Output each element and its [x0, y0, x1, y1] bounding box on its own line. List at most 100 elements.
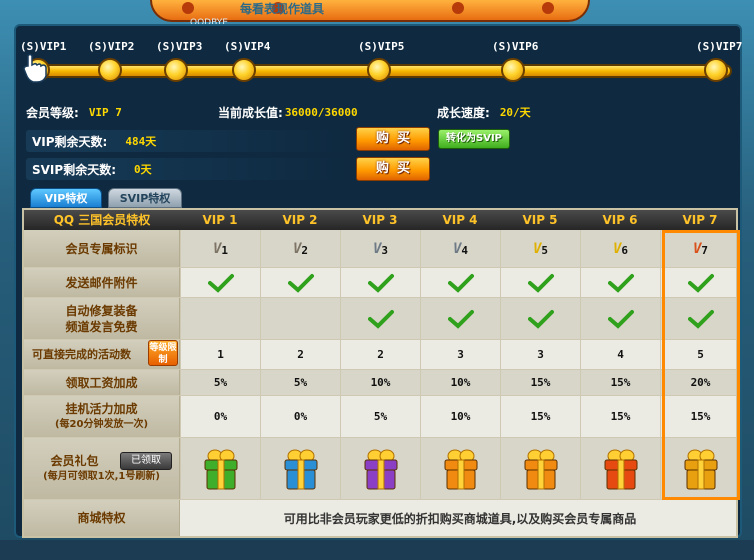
col-vip7: VIP 7	[682, 213, 718, 227]
row-energy-label: 挂机活力加成 (每20分钟发放一次)	[24, 396, 180, 437]
activity-vip7: 5	[660, 340, 740, 369]
energy-vip5: 15%	[500, 396, 580, 437]
check-icon	[287, 273, 314, 293]
tab-vip[interactable]: VIP特权	[30, 188, 102, 208]
row-activity: 可直接完成的活动数 1 2 2 3 3 4 5	[24, 340, 736, 370]
check-icon	[687, 273, 714, 293]
claimed-button[interactable]: 已领取	[120, 452, 172, 470]
vip-badge-icon: V5	[532, 240, 549, 257]
gift-vip1[interactable]	[180, 438, 260, 499]
member-level-row: 会员等级: VIP 7	[26, 101, 122, 123]
vip-badge-icon: V1	[212, 240, 229, 257]
gift-vip6[interactable]	[580, 438, 660, 499]
row-badge: 会员专属标识 V1 V2 V3 V4 V5 V6 V7	[24, 230, 736, 268]
gift-vip2[interactable]	[260, 438, 340, 499]
level-label-4: (S)VIP4	[224, 40, 271, 53]
check-icon	[447, 309, 474, 329]
gift-box-icon	[204, 449, 237, 489]
activity-vip5: 3	[500, 340, 580, 369]
growth-label: 当前成长值:	[218, 105, 283, 120]
row-mall-label: 商城特权	[24, 500, 180, 536]
col-vip3: VIP 3	[362, 213, 398, 227]
salary-vip3: 10%	[340, 370, 420, 395]
salary-vip5: 15%	[500, 370, 580, 395]
speed-label: 成长速度:	[437, 105, 490, 120]
check-icon	[207, 273, 234, 293]
gift-box-icon	[364, 449, 397, 489]
energy-vip2: 0%	[260, 396, 340, 437]
salary-vip7: 20%	[660, 370, 740, 395]
mall-description: 可用比非会员玩家更低的折扣购买商城道具,以及购买会员专属商品	[283, 511, 637, 526]
level-label-3: (S)VIP3	[156, 40, 203, 53]
check-icon	[367, 309, 394, 329]
growth-row: 当前成长值: 36000/36000	[218, 101, 358, 123]
buy-vip-button[interactable]: 购买	[356, 127, 430, 151]
gift-box-icon	[284, 449, 317, 489]
gift-vip7[interactable]	[660, 438, 740, 499]
growth-value: 36000/36000	[284, 105, 358, 119]
row-mall: 商城特权 可用比非会员玩家更低的折扣购买商城道具,以及购买会员专属商品	[24, 500, 736, 536]
energy-vip1: 0%	[180, 396, 260, 437]
member-level-label: 会员等级:	[26, 105, 79, 120]
gift-box-icon	[524, 449, 557, 489]
check-icon	[607, 273, 634, 293]
energy-vip7: 15%	[660, 396, 740, 437]
row-salary: 领取工资加成 5% 5% 10% 10% 15% 15% 20%	[24, 370, 736, 396]
col-vip1: VIP 1	[202, 213, 238, 227]
vip-badge-icon: V6	[612, 240, 629, 257]
col-vip2: VIP 2	[282, 213, 318, 227]
gift-vip3[interactable]	[340, 438, 420, 499]
col-vip5: VIP 5	[522, 213, 558, 227]
activity-vip6: 4	[580, 340, 660, 369]
member-level-value: VIP 7	[88, 105, 122, 119]
gift-box-icon	[684, 449, 717, 489]
level-node-6[interactable]	[501, 58, 525, 82]
gift-vip5[interactable]	[500, 438, 580, 499]
grade-limit-badge[interactable]: 等级限制	[148, 340, 178, 366]
energy-vip6: 15%	[580, 396, 660, 437]
row-badge-label: 会员专属标识	[24, 230, 180, 267]
level-label-7: (S)VIP7	[696, 40, 743, 53]
row-repair: 自动修复装备 频道发言免费	[24, 298, 736, 340]
level-node-4[interactable]	[232, 58, 256, 82]
speed-row: 成长速度: 20/天	[437, 101, 531, 123]
banner-text: 每看表现作道具	[240, 2, 325, 16]
check-icon	[607, 309, 634, 329]
level-label-6: (S)VIP6	[492, 40, 539, 53]
tab-svip[interactable]: SVIP特权	[108, 188, 182, 208]
row-mail: 发送邮件附件	[24, 268, 736, 298]
privilege-table: QQ 三国会员特权 VIP 1 VIP 2 VIP 3 VIP 4 VIP 5 …	[22, 208, 740, 538]
pointer-hand-icon	[23, 53, 47, 83]
salary-vip4: 10%	[420, 370, 500, 395]
level-node-5[interactable]	[367, 58, 391, 82]
svip-days-value: 0天	[134, 163, 152, 176]
level-label-2: (S)VIP2	[88, 40, 135, 53]
activity-vip2: 2	[260, 340, 340, 369]
row-energy: 挂机活力加成 (每20分钟发放一次) 0% 0% 5% 10% 15% 15% …	[24, 396, 736, 438]
level-node-7[interactable]	[704, 58, 728, 82]
activity-vip1: 1	[180, 340, 260, 369]
gift-box-icon	[604, 449, 637, 489]
level-node-3[interactable]	[164, 58, 188, 82]
col-vip6: VIP 6	[602, 213, 638, 227]
row-salary-label: 领取工资加成	[24, 370, 180, 395]
vip-badge-icon: V2	[292, 240, 309, 257]
row-mail-label: 发送邮件附件	[24, 268, 180, 297]
energy-vip4: 10%	[420, 396, 500, 437]
check-icon	[687, 309, 714, 329]
vip-days-row: VIP剩余天数: 484天	[32, 130, 156, 152]
gift-box-icon	[444, 449, 477, 489]
salary-vip1: 5%	[180, 370, 260, 395]
level-label-5: (S)VIP5	[358, 40, 405, 53]
vip-days-label: VIP剩余天数:	[32, 134, 108, 149]
level-node-2[interactable]	[98, 58, 122, 82]
row-repair-label: 自动修复装备 频道发言免费	[24, 298, 180, 339]
svip-days-row: SVIP剩余天数: 0天	[32, 158, 152, 180]
svip-days-label: SVIP剩余天数:	[32, 162, 116, 177]
check-icon	[527, 309, 554, 329]
gift-vip4[interactable]	[420, 438, 500, 499]
buy-svip-button[interactable]: 购买	[356, 157, 430, 181]
vip-badge-icon: V4	[452, 240, 469, 257]
convert-svip-button[interactable]: 转化为SVIP	[438, 129, 510, 149]
check-icon	[447, 273, 474, 293]
